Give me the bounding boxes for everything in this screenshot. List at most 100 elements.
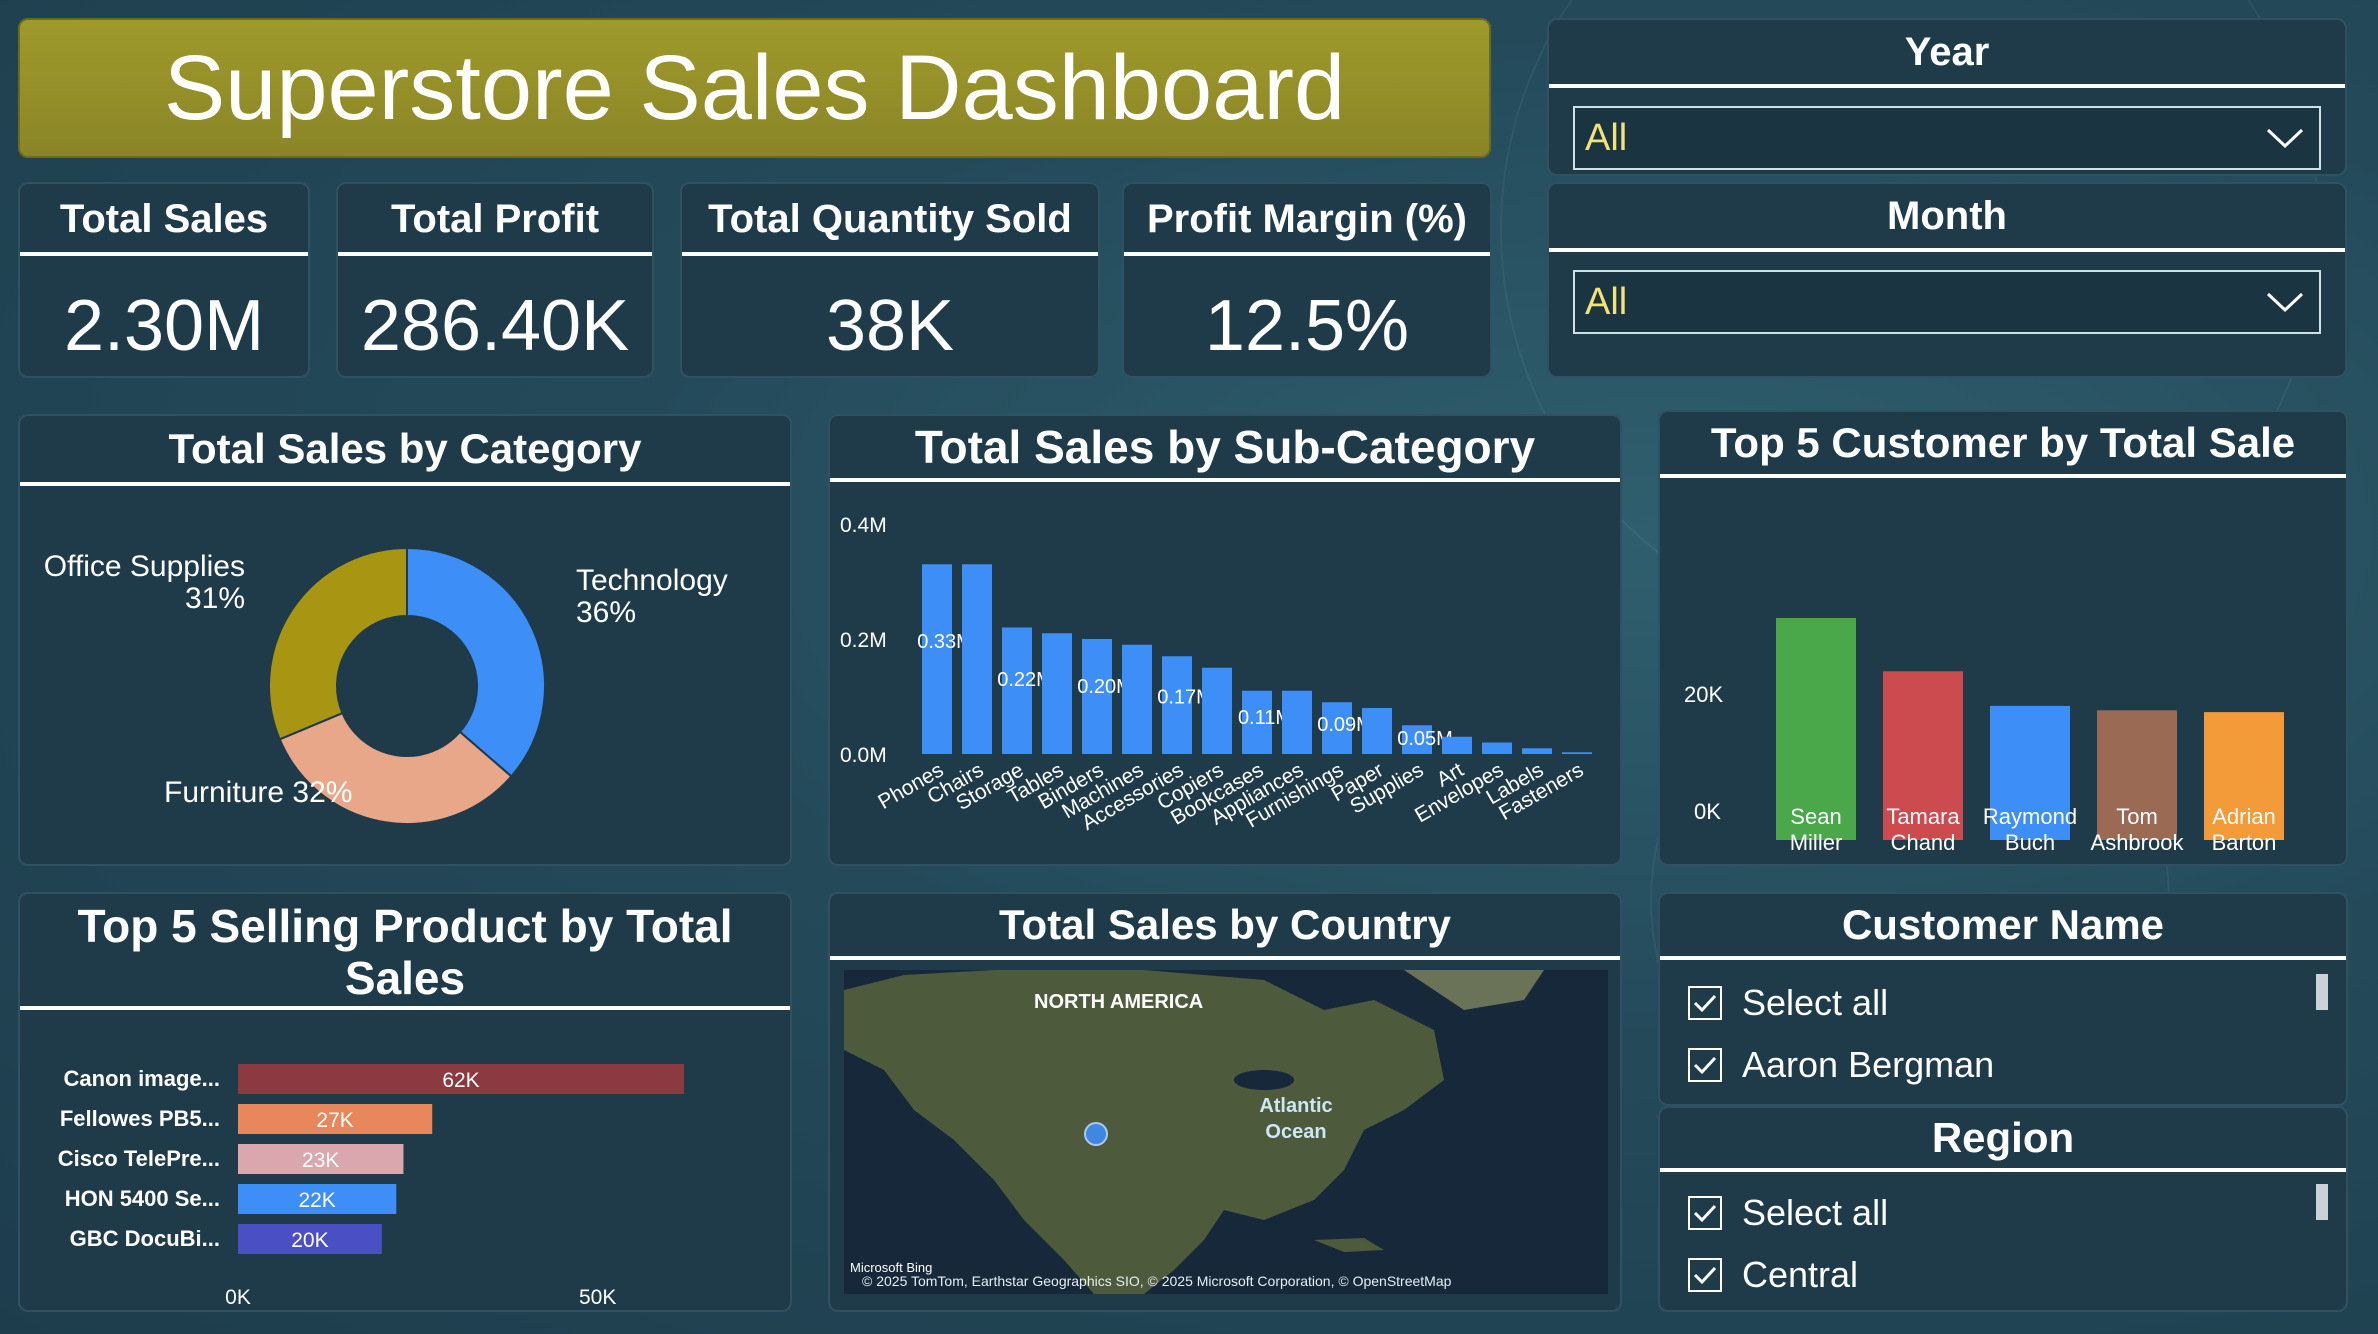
kpi-value: 12.5% bbox=[1204, 286, 1410, 366]
year-slicer: Year All bbox=[1547, 18, 2347, 176]
bar bbox=[1282, 690, 1312, 754]
chart-title: Total Sales by Country bbox=[830, 894, 1620, 960]
x-tick-label: Adrian bbox=[2212, 804, 2276, 829]
chart-title: Total Sales by Category bbox=[20, 416, 790, 486]
bar bbox=[1202, 667, 1232, 754]
y-tick-label: Cisco TelePre... bbox=[58, 1146, 220, 1171]
sales-location-marker bbox=[1084, 1122, 1108, 1146]
customer-option-label: Aaron Bergman bbox=[1742, 1044, 1995, 1085]
kpi-label: Total Profit bbox=[338, 184, 652, 256]
subcategory-bar-chart: 0.0M0.2M0.4M0.33MPhonesChairs0.22MStorag… bbox=[840, 514, 1592, 835]
region-slicer-label: Region bbox=[1660, 1108, 2346, 1172]
top-customers-panel: Top 5 Customer by Total Sale 20K 0K Sean Mi… bbox=[1658, 410, 2348, 866]
donut-slice bbox=[268, 546, 408, 741]
region-option-central[interactable]: Central bbox=[1688, 1254, 1858, 1296]
bar bbox=[1042, 633, 1072, 754]
kpi-label: Total Quantity Sold bbox=[682, 184, 1098, 256]
donut-slice-label: Office Supplies 31% bbox=[44, 550, 245, 615]
category-donut-chart: Technology 36% Furniture 32% Office Supplie… bbox=[44, 546, 728, 825]
donut-slice-label: Technology 36% bbox=[576, 564, 728, 629]
bar bbox=[1442, 736, 1472, 754]
map-continent-label: NORTH AMERICA bbox=[1034, 991, 1203, 1013]
bar bbox=[1482, 742, 1512, 754]
country-map[interactable]: NORTH AMERICA Atlantic Ocean Microsoft Bi… bbox=[844, 970, 1608, 1294]
kpi-value: 2.30M bbox=[63, 286, 265, 366]
month-dropdown-value: All bbox=[1585, 280, 1628, 323]
bar bbox=[922, 564, 952, 754]
checkbox-checked-icon[interactable] bbox=[1688, 986, 1722, 1020]
region-slicer: Region Select all Central bbox=[1658, 1106, 2348, 1312]
bar-data-label: 23K bbox=[302, 1149, 339, 1172]
kpi-card-total-sales: Total Sales 2.30M bbox=[18, 182, 310, 378]
page-title: Superstore Sales Dashboard bbox=[18, 18, 1491, 158]
x-tick-label: Raymond bbox=[1983, 804, 2077, 829]
region-option-label: Central bbox=[1742, 1254, 1859, 1295]
top-products-bar-chart: Canon image... 62K Fellowes PB5... 27K Cisco… bbox=[58, 1064, 684, 1309]
x-tick-label: Miller bbox=[1790, 830, 1843, 855]
y-tick-label: 0.2M bbox=[840, 629, 887, 652]
x-tick-label: Tamara bbox=[1886, 804, 1960, 829]
customer-option-aaron-bergman[interactable]: Aaron Bergman bbox=[1688, 1044, 1994, 1086]
x-tick-label: Tom bbox=[2116, 804, 2158, 829]
y-tick-label: Fellowes PB5... bbox=[60, 1106, 220, 1131]
country-map-panel: Total Sales by Country NORTH AMERICA Atl… bbox=[828, 892, 1622, 1312]
chart-title: Total Sales by Sub-Category bbox=[830, 416, 1620, 482]
y-tick-label: Canon image... bbox=[64, 1066, 220, 1091]
checkbox-checked-icon[interactable] bbox=[1688, 1196, 1722, 1230]
x-tick-label: 50K bbox=[579, 1286, 616, 1309]
y-tick-label: 20K bbox=[1684, 682, 1723, 707]
year-dropdown[interactable]: All bbox=[1573, 106, 2321, 170]
checkbox-checked-icon[interactable] bbox=[1688, 1048, 1722, 1082]
kpi-card-total-quantity: Total Quantity Sold 38K bbox=[680, 182, 1100, 378]
year-slicer-label: Year bbox=[1549, 20, 2345, 88]
map-attribution: © 2025 TomTom, Earthstar Geographics SIO… bbox=[862, 1273, 1452, 1289]
scrollbar[interactable] bbox=[2316, 1184, 2328, 1220]
bar bbox=[1362, 708, 1392, 754]
great-lakes bbox=[1234, 1070, 1294, 1090]
kpi-value: 286.40K bbox=[360, 286, 630, 366]
month-slicer: Month All bbox=[1547, 182, 2347, 378]
bar bbox=[962, 564, 992, 754]
month-dropdown[interactable]: All bbox=[1573, 270, 2321, 334]
region-option-select-all[interactable]: Select all bbox=[1688, 1192, 1888, 1234]
month-slicer-label: Month bbox=[1549, 184, 2345, 252]
chart-title: Top 5 Customer by Total Sale bbox=[1660, 412, 2346, 478]
scrollbar[interactable] bbox=[2316, 974, 2328, 1010]
subcategory-bar-panel: Total Sales by Sub-Category 0.0M 0.2M 0.4M… bbox=[828, 414, 1622, 866]
kpi-value: 38K bbox=[825, 286, 955, 366]
kpi-label: Total Sales bbox=[20, 184, 308, 256]
customer-option-select-all[interactable]: Select all bbox=[1688, 982, 1888, 1024]
x-tick-label: Ashbrook bbox=[2091, 830, 2185, 855]
year-dropdown-value: All bbox=[1585, 116, 1628, 159]
x-tick-label: Chand bbox=[1891, 830, 1956, 855]
bar-data-label: 27K bbox=[316, 1109, 353, 1132]
x-tick-label: Buch bbox=[2005, 830, 2055, 855]
donut-slice bbox=[406, 546, 546, 778]
x-tick-label: Barton bbox=[2212, 830, 2277, 855]
chevron-down-icon bbox=[2266, 292, 2304, 313]
y-tick-label: 0.4M bbox=[840, 514, 887, 537]
y-tick-label: 0.0M bbox=[840, 744, 887, 767]
y-tick-label: 0K bbox=[1694, 799, 1721, 824]
bar bbox=[1562, 752, 1592, 754]
x-tick-label: 0K bbox=[225, 1286, 251, 1309]
bar-data-label: 20K bbox=[291, 1229, 328, 1252]
checkbox-checked-icon[interactable] bbox=[1688, 1258, 1722, 1292]
top-customers-bar-chart: 20K 0K SeanMiller TamaraChand RaymondBuch Tom… bbox=[1684, 618, 2284, 855]
kpi-card-total-profit: Total Profit 286.40K bbox=[336, 182, 654, 378]
customer-option-label: Select all bbox=[1742, 982, 1889, 1023]
customer-slicer: Customer Name Select all Aaron Bergman bbox=[1658, 892, 2348, 1106]
y-tick-label: GBC DocuBi... bbox=[70, 1226, 220, 1251]
kpi-card-profit-margin: Profit Margin (%) 12.5% bbox=[1122, 182, 1492, 378]
chevron-down-icon bbox=[2266, 128, 2304, 149]
customer-slicer-label: Customer Name bbox=[1660, 894, 2346, 960]
chart-title: Top 5 Selling Product by Total Sales bbox=[20, 894, 790, 1010]
top-products-panel: Top 5 Selling Product by Total Sales Can… bbox=[18, 892, 792, 1312]
bar bbox=[1522, 748, 1552, 754]
bar bbox=[1122, 644, 1152, 754]
donut-slice-label: Furniture 32% bbox=[164, 776, 352, 809]
bar-data-label: 22K bbox=[298, 1189, 335, 1212]
x-tick-label: Sean bbox=[1790, 804, 1841, 829]
y-tick-label: HON 5400 Se... bbox=[65, 1186, 220, 1211]
region-option-label: Select all bbox=[1742, 1192, 1889, 1233]
